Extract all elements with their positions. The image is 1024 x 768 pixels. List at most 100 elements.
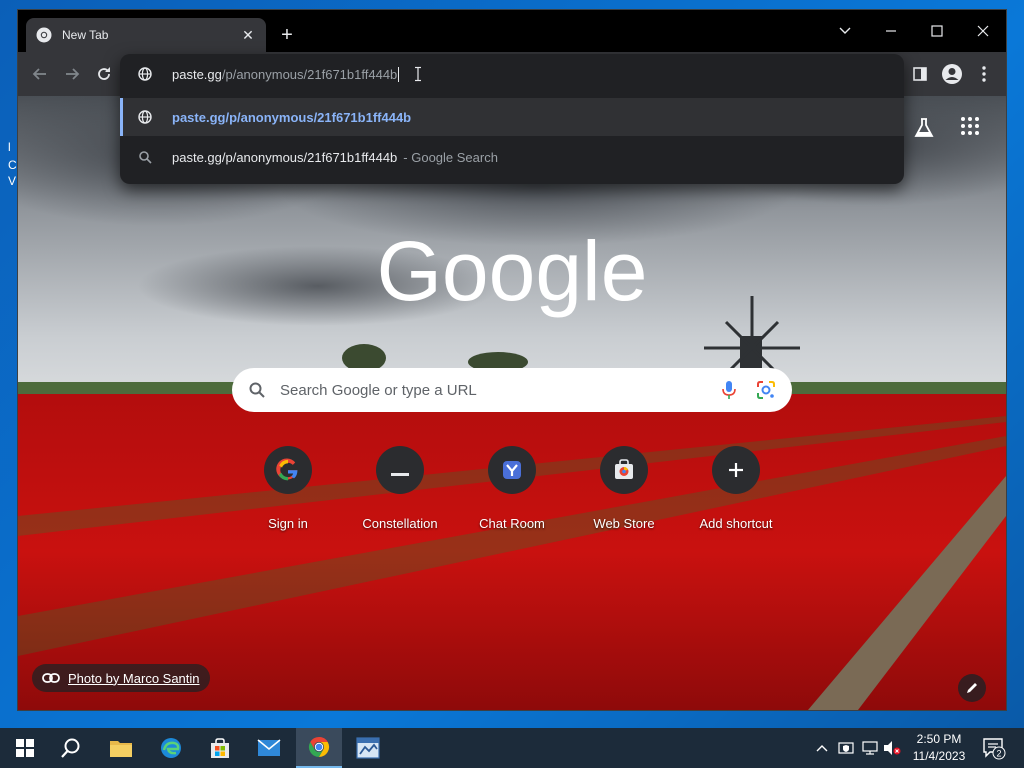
back-arrow-icon	[32, 68, 46, 80]
labs-button[interactable]	[912, 116, 936, 140]
web-store-icon	[615, 459, 633, 479]
taskbar-clock[interactable]: 2:50 PM 11/4/2023	[900, 731, 978, 765]
microphone-icon[interactable]	[720, 380, 738, 400]
desktop-icon-fragment[interactable]: C	[8, 158, 17, 172]
shortcut-add[interactable]: Add shortcut	[680, 446, 792, 531]
notification-center-button[interactable]: 2	[982, 736, 1006, 760]
apps-grid-icon	[961, 117, 979, 135]
show-hidden-icons-button[interactable]	[812, 728, 832, 768]
suggestion-search-text: paste.gg/p/anonymous/21f671b1ff444b	[172, 149, 398, 165]
shortcut-label: Web Store	[593, 516, 655, 531]
edge-browser-icon	[161, 738, 181, 758]
taskbar-file-explorer[interactable]	[98, 728, 144, 768]
folder-icon	[110, 741, 132, 757]
taskbar-app[interactable]	[345, 728, 391, 768]
labs-flask-icon	[914, 118, 934, 137]
desktop-icon-fragment[interactable]: l	[8, 140, 11, 154]
globe-icon	[138, 67, 152, 81]
omnibox-input[interactable]: paste.gg/p/anonymous/21f671b1ff444b	[120, 54, 904, 94]
shortcut-sign-in[interactable]: Sign in	[232, 446, 344, 531]
google-logo: Google	[377, 226, 648, 318]
reload-icon	[98, 67, 110, 80]
google-apps-button[interactable]	[960, 116, 984, 140]
ntp-search-box[interactable]: Search Google or type a URL	[232, 368, 792, 412]
tray-network[interactable]	[860, 728, 880, 768]
windows-taskbar: 2:50 PM 11/4/2023 2	[0, 728, 1024, 768]
new-tab-page: Google Search Google or type a URL Sign …	[18, 96, 1006, 710]
app-window-icon	[356, 737, 380, 759]
tab-close-icon[interactable]: ✕	[240, 27, 256, 44]
suggestion-url[interactable]: paste.gg/p/anonymous/21f671b1ff444b	[120, 98, 904, 136]
plus-icon	[729, 463, 743, 477]
search-icon	[61, 738, 80, 758]
tab-new-tab[interactable]: New Tab ✕	[26, 18, 266, 52]
close-window-button[interactable]	[960, 16, 1006, 46]
minimize-icon	[886, 30, 896, 32]
tab-title: New Tab	[62, 28, 109, 42]
tab-search-button[interactable]	[822, 16, 868, 46]
store-bag-icon	[211, 738, 229, 758]
new-tab-button[interactable]: +	[276, 24, 298, 46]
text-caret	[398, 66, 400, 82]
chrome-menu-button[interactable]	[972, 62, 996, 86]
minimize-button[interactable]	[868, 16, 914, 46]
customize-chrome-button[interactable]	[958, 674, 986, 702]
shortcut-label: Chat Room	[479, 516, 545, 531]
shortcut-label: Sign in	[268, 516, 308, 531]
shortcut-label: Constellation	[362, 516, 438, 531]
chrome-favicon-icon	[36, 27, 52, 43]
shield-icon	[838, 742, 854, 754]
close-icon	[977, 25, 989, 37]
search-icon	[139, 151, 152, 164]
search-icon	[249, 382, 265, 398]
profile-button[interactable]	[940, 62, 964, 86]
constellation-icon	[391, 473, 409, 476]
notification-icon: 2	[983, 738, 1006, 760]
tray-volume[interactable]	[882, 728, 902, 768]
chevron-up-icon	[816, 745, 828, 752]
svg-text:Google: Google	[377, 226, 648, 318]
forward-arrow-icon	[66, 68, 80, 80]
link-icon	[42, 673, 60, 683]
back-button[interactable]	[28, 62, 52, 86]
omnibox-autocomplete-text: /p/anonymous/21f671b1ff444b	[221, 66, 398, 82]
reload-button[interactable]	[92, 62, 116, 86]
svg-text:2: 2	[996, 749, 1001, 759]
profile-avatar-icon	[942, 64, 962, 84]
taskbar-chrome[interactable]	[296, 728, 342, 768]
start-button[interactable]	[2, 728, 48, 768]
volume-muted-icon	[884, 741, 901, 755]
kebab-menu-icon	[982, 66, 986, 82]
photo-credit-text: Photo by Marco Santin	[68, 670, 200, 686]
globe-icon	[138, 110, 152, 124]
forward-button[interactable]	[60, 62, 84, 86]
side-panel-icon	[913, 67, 927, 81]
shortcut-web-store[interactable]: Web Store	[568, 446, 680, 531]
shortcut-constellation[interactable]: Constellation	[344, 446, 456, 531]
search-placeholder: Search Google or type a URL	[280, 381, 477, 399]
desktop-icon-fragment[interactable]: V	[8, 174, 16, 188]
pencil-icon	[967, 683, 977, 693]
text-cursor-icon	[415, 66, 422, 82]
taskbar-search-button[interactable]	[48, 728, 94, 768]
clock-time: 2:50 PM	[916, 732, 962, 746]
taskbar-mail[interactable]	[246, 728, 292, 768]
maximize-button[interactable]	[914, 16, 960, 46]
side-panel-button[interactable]	[908, 62, 932, 86]
tray-security[interactable]	[836, 728, 856, 768]
taskbar-microsoft-store[interactable]	[197, 728, 243, 768]
windows-logo-icon	[16, 739, 34, 757]
chevron-down-icon	[839, 27, 851, 34]
shortcut-chat-room[interactable]: Chat Room	[456, 446, 568, 531]
clock-date: 11/4/2023	[912, 749, 966, 763]
suggestion-url-text: paste.gg/p/anonymous/21f671b1ff444b	[172, 109, 412, 125]
photo-credit-link[interactable]: Photo by Marco Santin	[32, 664, 210, 692]
chrome-logo-icon	[308, 736, 330, 758]
google-lens-icon[interactable]	[756, 380, 776, 400]
tab-strip: New Tab ✕ +	[18, 10, 1006, 52]
suggestion-search[interactable]: paste.gg/p/anonymous/21f671b1ff444b - Go…	[120, 138, 904, 176]
taskbar-edge[interactable]	[148, 728, 194, 768]
chrome-window: New Tab ✕ + Google Search Google or type…	[18, 10, 1006, 710]
mail-envelope-icon	[257, 739, 281, 756]
network-icon	[862, 741, 878, 755]
